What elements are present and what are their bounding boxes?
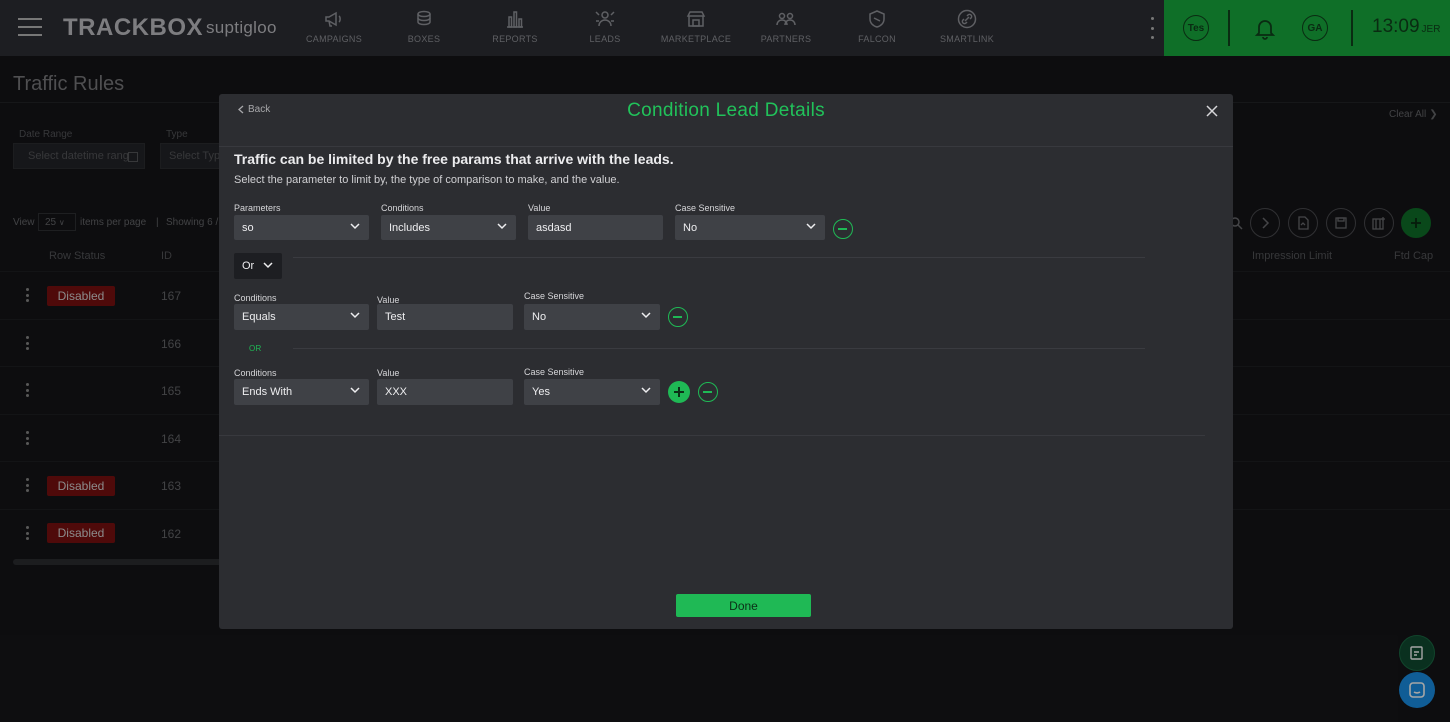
- chevron-down-icon: [641, 387, 651, 394]
- condition-lead-details-modal: Back Condition Lead Details Traffic can …: [219, 94, 1233, 629]
- condition-value: Ends With: [242, 386, 293, 398]
- brand-name: suptigloo: [206, 18, 277, 37]
- modal-subheading: Select the parameter to limit by, the ty…: [234, 174, 620, 186]
- value-label: Value: [377, 368, 400, 378]
- chevron-down-icon: [263, 262, 273, 269]
- bar-chart-icon: [507, 11, 523, 28]
- condition-select[interactable]: Ends With: [234, 379, 369, 405]
- chevron-down-icon: [350, 223, 360, 230]
- nav-label: SMARTLINK: [939, 34, 995, 44]
- nav-smartlink[interactable]: SMARTLINK: [922, 8, 1012, 44]
- leads-icon: [595, 11, 615, 27]
- hamburger-menu-icon[interactable]: [18, 18, 42, 36]
- header-divider: [1228, 10, 1230, 46]
- case-sensitive-label: Case Sensitive: [524, 291, 585, 301]
- case-sensitive-label: Case Sensitive: [675, 203, 736, 213]
- more-options-icon[interactable]: [1146, 17, 1158, 39]
- modal-title: Condition Lead Details: [627, 100, 825, 121]
- chevron-down-icon: [350, 387, 360, 394]
- clock-time: 13:09: [1372, 16, 1420, 37]
- case-sensitive-value: No: [683, 222, 698, 234]
- nav-leads[interactable]: LEADS: [560, 8, 650, 44]
- nav-label: FALCON: [858, 34, 896, 44]
- account-badge[interactable]: Tes: [1183, 15, 1209, 41]
- modal-body-divider: [219, 435, 1205, 436]
- modal-heading: Traffic can be limited by the free param…: [234, 151, 674, 167]
- case-sensitive-select[interactable]: No: [524, 304, 660, 330]
- condition-select[interactable]: Includes: [381, 215, 516, 240]
- chevron-down-icon: [350, 312, 360, 319]
- case-sensitive-value: No: [532, 311, 547, 323]
- case-sensitive-select[interactable]: Yes: [524, 379, 660, 405]
- link-icon: [957, 9, 977, 29]
- add-condition-button[interactable]: [668, 381, 690, 403]
- conditions-label: Conditions: [234, 368, 277, 378]
- nav-label: LEADS: [589, 34, 621, 44]
- modal-header-divider: [219, 146, 1233, 147]
- clock-timezone: JER: [1421, 24, 1441, 35]
- value-input[interactable]: Test: [377, 304, 513, 330]
- group-operator-select[interactable]: Or: [234, 253, 282, 279]
- clock: 13:09 JER: [1372, 16, 1440, 38]
- remove-condition-button[interactable]: [698, 382, 718, 402]
- conditions-label: Conditions: [381, 203, 424, 213]
- case-sensitive-label: Case Sensitive: [524, 367, 585, 377]
- nav-label: MARKETPLACE: [660, 34, 732, 44]
- done-button[interactable]: Done: [676, 594, 811, 617]
- group-operator-value: Or: [242, 260, 255, 272]
- close-icon[interactable]: [1205, 104, 1219, 118]
- chevron-down-icon: [497, 223, 507, 230]
- group-divider: [293, 257, 1145, 258]
- app-logo[interactable]: TRACKBOX: [63, 14, 203, 42]
- nav-campaigns[interactable]: CAMPAIGNS: [289, 8, 379, 44]
- condition-value: Includes: [389, 222, 430, 234]
- top-navbar: TRACKBOX suptigloo CAMPAIGNS BOXES REPOR…: [0, 0, 1450, 56]
- nav-partners[interactable]: PARTNERS: [741, 8, 831, 44]
- megaphone-icon: [325, 11, 341, 27]
- shield-icon: [869, 10, 885, 28]
- value-label: Value: [528, 203, 551, 213]
- partners-icon: [776, 12, 796, 26]
- header-divider: [1351, 10, 1353, 46]
- nav-label: REPORTS: [492, 34, 538, 44]
- condition-select[interactable]: Equals: [234, 304, 369, 330]
- nav-marketplace[interactable]: MARKETPLACE: [651, 8, 741, 44]
- chevron-down-icon: [641, 312, 651, 319]
- condition-value: Equals: [242, 311, 276, 323]
- nav-label: PARTNERS: [760, 34, 812, 44]
- nav-label: BOXES: [407, 34, 441, 44]
- parameter-value: so: [242, 222, 254, 234]
- case-sensitive-value: Yes: [532, 386, 550, 398]
- parameter-select[interactable]: so: [234, 215, 369, 240]
- or-separator-label: OR: [249, 344, 262, 353]
- nav-label: CAMPAIGNS: [305, 34, 363, 44]
- remove-condition-button[interactable]: [668, 307, 688, 327]
- nav-reports[interactable]: REPORTS: [470, 8, 560, 44]
- user-avatar[interactable]: GA: [1302, 15, 1328, 41]
- value-input[interactable]: asdasd: [528, 215, 663, 240]
- value-input[interactable]: XXX: [377, 379, 513, 405]
- nav-falcon[interactable]: FALCON: [832, 8, 922, 44]
- bell-icon[interactable]: [1252, 15, 1278, 41]
- nav-boxes[interactable]: BOXES: [379, 8, 469, 44]
- parameters-label: Parameters: [234, 203, 281, 213]
- boxes-icon: [417, 10, 431, 26]
- or-divider: [293, 348, 1145, 349]
- marketplace-icon: [686, 11, 706, 27]
- conditions-label: Conditions: [234, 293, 277, 303]
- remove-condition-button[interactable]: [833, 219, 853, 239]
- case-sensitive-select[interactable]: No: [675, 215, 825, 240]
- chevron-down-icon: [806, 223, 816, 230]
